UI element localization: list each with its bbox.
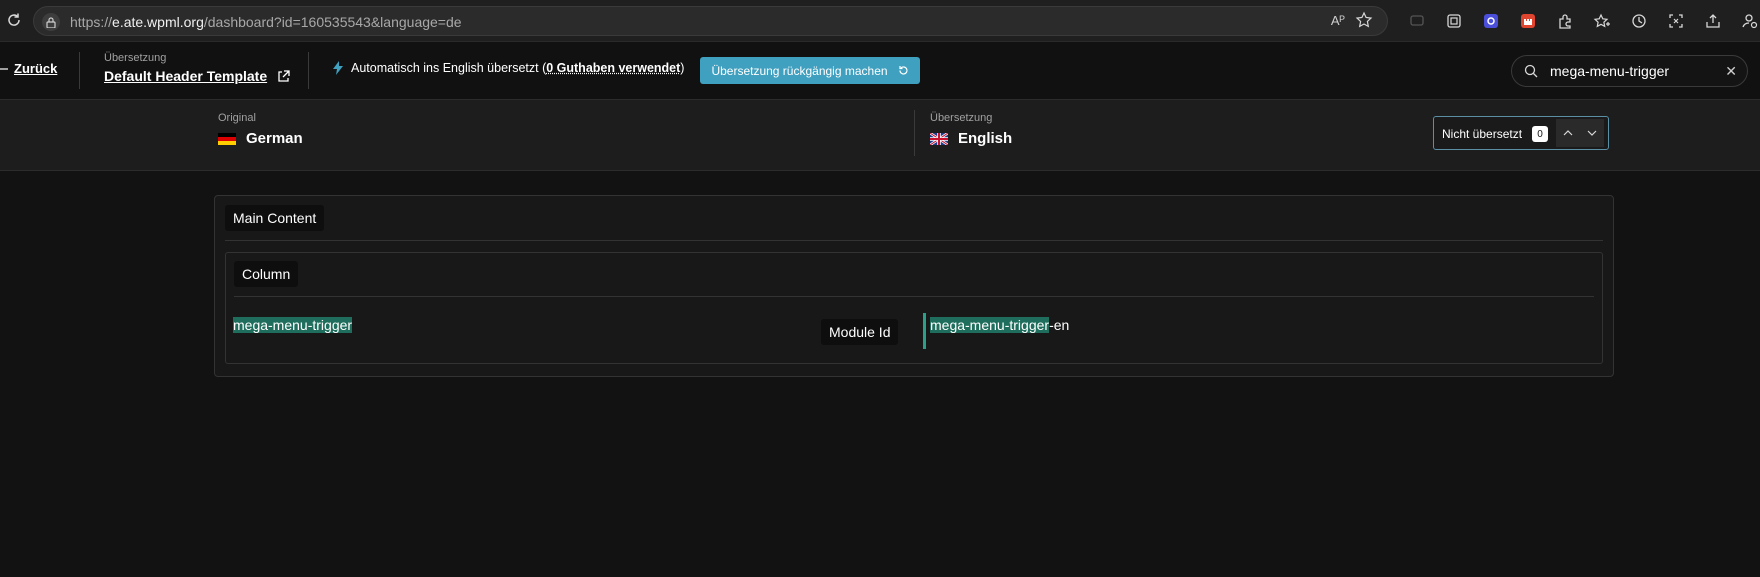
german-flag-icon bbox=[218, 132, 236, 145]
app-header: Zurück Übersetzung Default Header Templa… bbox=[0, 42, 1760, 100]
column-label: Column bbox=[234, 261, 299, 287]
divider bbox=[308, 52, 309, 89]
target-small-label: Übersetzung bbox=[930, 112, 993, 124]
untranslated-filter[interactable]: Nicht übersetzt 0 bbox=[1433, 116, 1609, 150]
external-link-icon[interactable] bbox=[277, 69, 290, 83]
search-box[interactable]: ✕ bbox=[1511, 55, 1748, 87]
section-label: Main Content bbox=[225, 205, 325, 231]
field-label: Module Id bbox=[821, 319, 899, 345]
next-chevron-down-icon[interactable] bbox=[1580, 119, 1604, 147]
lightning-icon bbox=[333, 61, 343, 75]
divider bbox=[225, 240, 1603, 241]
browser-extension-icons bbox=[1398, 9, 1760, 33]
extension-castle-icon[interactable] bbox=[1509, 9, 1546, 33]
source-highlight: mega-menu-trigger bbox=[233, 317, 353, 333]
back-arrow-icon bbox=[0, 67, 8, 70]
read-aloud-icon[interactable]: Aᴾ bbox=[1331, 13, 1345, 28]
credits-used: 0 Guthaben verwendet bbox=[546, 61, 681, 75]
language-bar: Original German Übersetzung English Nich… bbox=[0, 100, 1760, 171]
lock-icon[interactable] bbox=[42, 13, 60, 31]
share-icon[interactable] bbox=[1694, 9, 1731, 33]
url-path: /dashboard?id=160535543&language=de bbox=[203, 14, 462, 30]
source-language-name: German bbox=[246, 130, 303, 147]
auto-text-suffix: ) bbox=[680, 61, 685, 75]
job-title[interactable]: Default Header Template bbox=[104, 68, 267, 84]
screenshot-icon[interactable] bbox=[1657, 9, 1694, 33]
back-label[interactable]: Zurück bbox=[14, 61, 57, 76]
job-title-link[interactable]: Default Header Template bbox=[104, 68, 290, 84]
profile-icon[interactable] bbox=[1731, 9, 1760, 33]
divider bbox=[234, 296, 1594, 297]
target-suffix: -en bbox=[1049, 317, 1070, 333]
target-language-name: English bbox=[958, 130, 1013, 147]
back-link[interactable]: Zurück bbox=[0, 61, 57, 76]
url-host: e.ate.wpml.org bbox=[112, 14, 204, 30]
extensions-puzzle-icon[interactable] bbox=[1546, 9, 1583, 33]
divider bbox=[79, 52, 80, 89]
address-bar[interactable]: https://e.ate.wpml.org/dashboard?id=1605… bbox=[33, 6, 1388, 36]
tab-icon[interactable] bbox=[1435, 9, 1472, 33]
url-text: https://e.ate.wpml.org/dashboard?id=1605… bbox=[70, 14, 462, 30]
target-highlight: mega-menu-trigger bbox=[930, 317, 1050, 333]
translated-status-bar bbox=[923, 313, 926, 349]
untranslated-count-badge: 0 bbox=[1532, 126, 1548, 142]
favorite-star-icon[interactable] bbox=[1355, 11, 1373, 34]
divider bbox=[914, 110, 915, 156]
undo-translation-button[interactable]: Übersetzung rückgängig machen bbox=[700, 57, 920, 84]
previous-chevron-up-icon[interactable] bbox=[1556, 119, 1580, 147]
main-content-section: Main Content Column mega-menu-trigger Mo… bbox=[214, 195, 1614, 377]
undo-label: Übersetzung rückgängig machen bbox=[711, 63, 888, 78]
job-info: Übersetzung Default Header Template bbox=[104, 52, 290, 84]
source-segment: mega-menu-trigger bbox=[233, 317, 353, 333]
target-segment[interactable]: mega-menu-trigger-en bbox=[930, 317, 1069, 333]
uk-flag-icon bbox=[930, 132, 948, 145]
auto-status-text: Automatisch ins English übersetzt (0 Gut… bbox=[351, 61, 684, 75]
auto-translate-status: Automatisch ins English übersetzt (0 Gut… bbox=[333, 61, 684, 75]
search-icon bbox=[1524, 64, 1538, 78]
undo-icon bbox=[898, 66, 908, 75]
browser-toolbar: https://e.ate.wpml.org/dashboard?id=1605… bbox=[0, 0, 1760, 42]
extension-gear-icon[interactable] bbox=[1472, 9, 1509, 33]
source-language: Original German bbox=[218, 112, 303, 147]
target-language: Übersetzung English bbox=[930, 112, 1012, 147]
history-icon[interactable] bbox=[1620, 9, 1657, 33]
source-small-label: Original bbox=[218, 112, 256, 124]
chat-icon[interactable] bbox=[1398, 9, 1435, 33]
url-scheme: https:// bbox=[70, 14, 113, 30]
translation-small-label: Übersetzung bbox=[104, 52, 167, 64]
clear-search-icon[interactable]: ✕ bbox=[1725, 63, 1737, 80]
search-input[interactable] bbox=[1550, 63, 1710, 79]
reload-icon[interactable] bbox=[4, 10, 24, 30]
column-section: Column mega-menu-trigger Module Id mega-… bbox=[225, 252, 1603, 364]
auto-text-prefix: Automatisch ins English übersetzt ( bbox=[351, 61, 547, 75]
filter-label: Nicht übersetzt bbox=[1442, 127, 1523, 141]
favorites-icon[interactable] bbox=[1583, 9, 1620, 33]
